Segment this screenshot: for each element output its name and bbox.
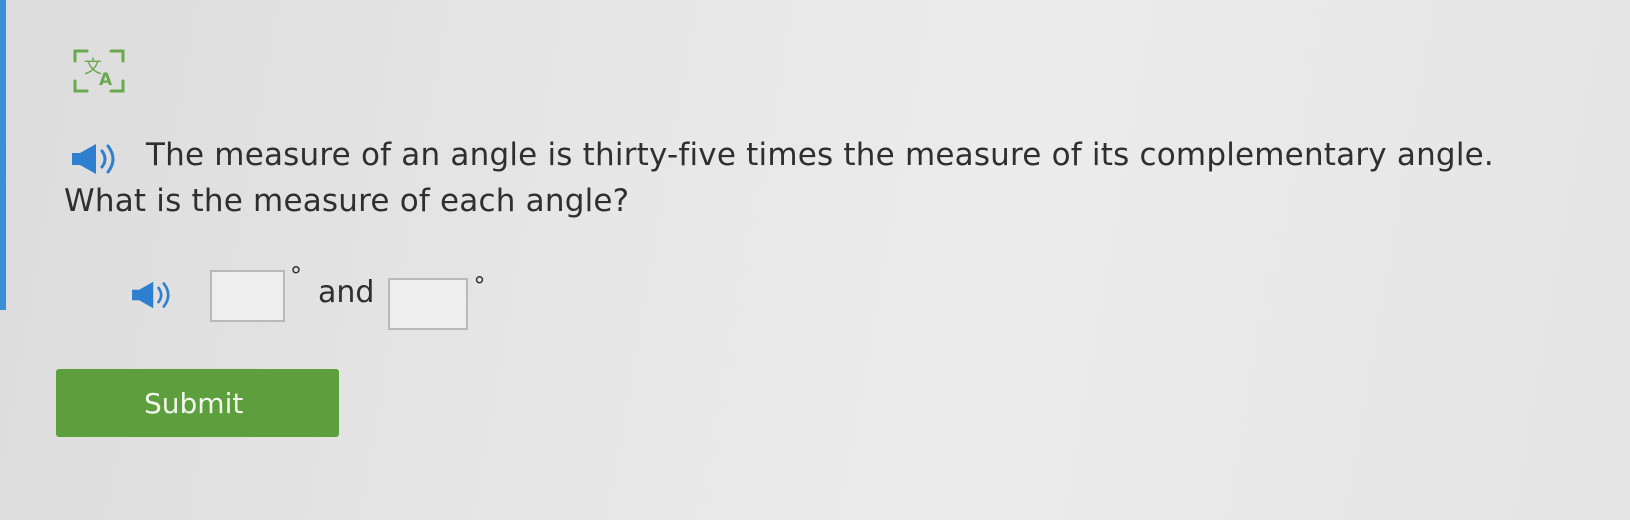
and-label: and: [318, 275, 375, 310]
translate-button[interactable]: 文 A: [66, 45, 132, 97]
first-angle-input[interactable]: [210, 270, 285, 322]
left-edge-accent: [0, 0, 6, 310]
svg-text:A: A: [99, 70, 113, 90]
second-angle-input[interactable]: [388, 278, 469, 330]
degree-symbol: °: [473, 272, 486, 300]
submit-button[interactable]: Submit: [56, 369, 339, 437]
question-line-2: What is the measure of each angle?: [64, 183, 630, 219]
answer-row: ° and °: [210, 262, 486, 330]
question-text: The measure of an angle is thirty-five t…: [64, 132, 1584, 224]
question-line-1: The measure of an angle is thirty-five t…: [146, 137, 1494, 173]
answer-speaker-icon[interactable]: [130, 280, 180, 314]
degree-symbol: °: [290, 262, 302, 290]
translate-icon: 文 A: [73, 49, 125, 93]
